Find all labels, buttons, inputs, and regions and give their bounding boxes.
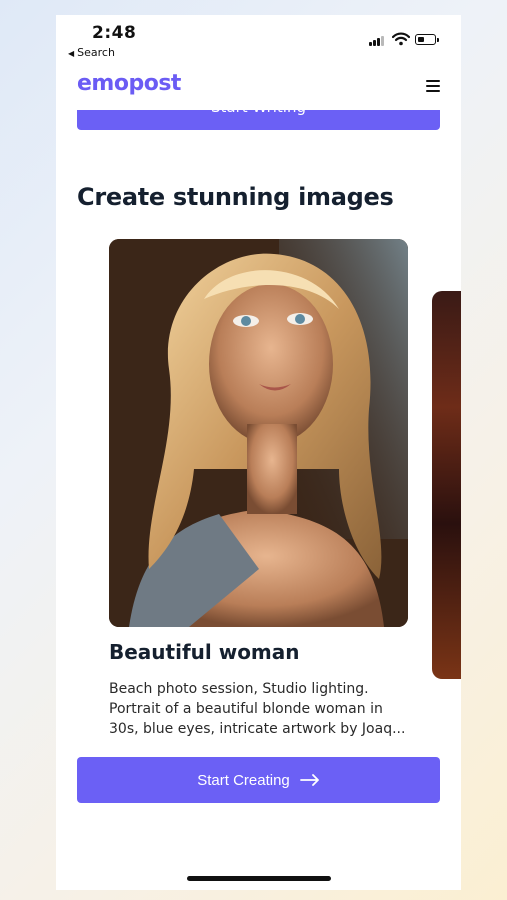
- card-title: Beautiful woman: [109, 640, 300, 664]
- back-to-search-link[interactable]: ◀ Search: [68, 46, 115, 59]
- portrait-illustration: [109, 239, 408, 627]
- battery-icon: [415, 34, 439, 45]
- emopost-logo[interactable]: emopost: [77, 71, 181, 96]
- wifi-icon: [392, 32, 410, 46]
- hamburger-menu-icon[interactable]: [426, 80, 440, 93]
- section-title: Create stunning images: [77, 183, 394, 211]
- card-description: Beach photo session, Studio lighting. Po…: [109, 681, 406, 737]
- back-search-label: Search: [77, 46, 115, 59]
- arrow-right-icon: [299, 774, 319, 786]
- top-navigation: emopost: [56, 65, 461, 110]
- phone-screen: 2:48 ◀Search emopost Start Writing Creat…: [56, 15, 461, 890]
- cellular-signal-icon: [369, 36, 389, 46]
- status-bar: 2:48 ◀ Search: [56, 15, 461, 65]
- back-triangle-icon: ◀: [68, 49, 75, 58]
- home-indicator[interactable]: [187, 876, 331, 881]
- start-creating-button[interactable]: Start Creating: [77, 757, 440, 803]
- status-time: 2:48: [92, 23, 137, 43]
- next-card-image[interactable]: [432, 291, 461, 679]
- card-image-beautiful-woman[interactable]: [109, 239, 408, 627]
- start-creating-label: Start Creating: [197, 771, 290, 789]
